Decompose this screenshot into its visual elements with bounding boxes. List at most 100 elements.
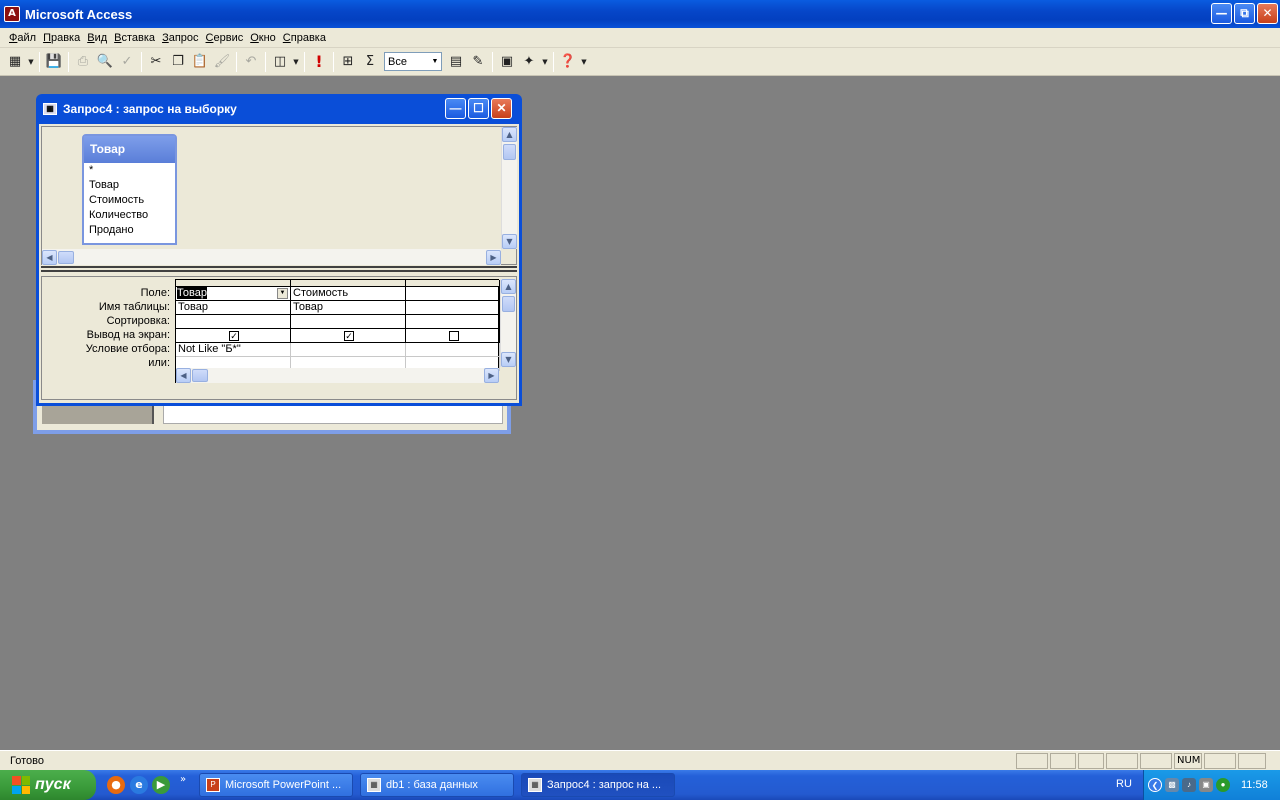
volume-icon[interactable]: ♪ bbox=[1182, 778, 1196, 792]
field-list-table[interactable]: Товар * Товар Стоимость Количество Прода… bbox=[82, 134, 177, 245]
grid-vertical-scrollbar[interactable]: ▲ ▼ bbox=[500, 279, 516, 367]
media-player-icon[interactable]: ▶ bbox=[152, 776, 170, 794]
spelling-icon[interactable]: ✓ bbox=[116, 51, 138, 73]
field-list-title[interactable]: Товар bbox=[84, 136, 175, 163]
menu-window[interactable]: Окно bbox=[247, 32, 279, 44]
scroll-up-icon[interactable]: ▲ bbox=[501, 279, 516, 294]
build-icon[interactable]: ✎ bbox=[467, 51, 489, 73]
criteria-cell[interactable]: Not Like "Б*" bbox=[176, 343, 291, 357]
undo-icon[interactable]: ↶ bbox=[240, 51, 262, 73]
scroll-thumb[interactable] bbox=[58, 250, 74, 264]
show-checkbox[interactable]: ✓ bbox=[344, 331, 354, 341]
new-object-dropdown-icon[interactable]: ▼ bbox=[540, 51, 550, 73]
quick-launch-more-icon[interactable]: » bbox=[180, 774, 186, 785]
menu-help[interactable]: Справка bbox=[280, 32, 329, 44]
column-selector[interactable] bbox=[406, 280, 500, 287]
design-grid-cells[interactable]: Товар ▼ Товар ✓ Not Like "Б*" Стоимость … bbox=[175, 279, 500, 383]
cut-icon[interactable]: ✂ bbox=[145, 51, 167, 73]
properties-icon[interactable]: ▤ bbox=[445, 51, 467, 73]
scroll-thumb[interactable] bbox=[502, 296, 515, 312]
security-icon[interactable]: ● bbox=[1216, 778, 1230, 792]
sort-cell[interactable] bbox=[291, 315, 406, 329]
scroll-thumb[interactable] bbox=[192, 369, 208, 382]
show-cell[interactable]: ✓ bbox=[291, 329, 406, 343]
task-database[interactable]: ▦ db1 : база данных bbox=[360, 773, 514, 797]
menu-tools[interactable]: Сервис bbox=[203, 32, 247, 44]
field-list-item[interactable]: * bbox=[84, 163, 175, 178]
scroll-up-icon[interactable]: ▲ bbox=[502, 127, 517, 142]
grid-horizontal-scrollbar[interactable]: ◀ ▶ bbox=[176, 368, 499, 383]
clock[interactable]: 11:58 bbox=[1241, 779, 1268, 791]
language-indicator[interactable]: RU bbox=[1116, 778, 1132, 790]
view-icon[interactable]: ▦ bbox=[4, 51, 26, 73]
menu-view[interactable]: Вид bbox=[84, 32, 110, 44]
criteria-cell[interactable] bbox=[406, 343, 500, 357]
print-icon[interactable]: ⎙ bbox=[72, 51, 94, 73]
scroll-thumb[interactable] bbox=[503, 144, 516, 160]
network-icon[interactable]: ▩ bbox=[1165, 778, 1179, 792]
column-selector[interactable] bbox=[176, 280, 291, 287]
query-type-dropdown-icon[interactable]: ▼ bbox=[291, 51, 301, 73]
view-dropdown-icon[interactable]: ▼ bbox=[26, 51, 36, 73]
scroll-left-icon[interactable]: ◀ bbox=[176, 368, 191, 383]
minimize-button[interactable]: — bbox=[1211, 3, 1232, 24]
restore-button[interactable]: ⧉ bbox=[1234, 3, 1255, 24]
toolbar-options-icon[interactable]: ▼ bbox=[579, 51, 589, 73]
table-cell[interactable]: Товар bbox=[176, 301, 291, 315]
show-table-icon[interactable]: ⊞ bbox=[337, 51, 359, 73]
scroll-right-icon[interactable]: ▶ bbox=[484, 368, 499, 383]
print-preview-icon[interactable]: 🔍 bbox=[94, 51, 116, 73]
query-maximize-button[interactable]: ☐ bbox=[468, 98, 489, 119]
show-cell[interactable] bbox=[406, 329, 500, 343]
table-cell[interactable]: Товар bbox=[291, 301, 406, 315]
start-button[interactable]: пуск bbox=[0, 770, 96, 800]
menu-insert[interactable]: Вставка bbox=[111, 32, 158, 44]
criteria-cell[interactable] bbox=[291, 343, 406, 357]
totals-icon[interactable]: Σ bbox=[359, 51, 381, 73]
field-list-item[interactable]: Стоимость bbox=[84, 193, 175, 208]
show-checkbox[interactable] bbox=[448, 331, 459, 341]
run-icon[interactable]: ! bbox=[308, 51, 330, 73]
menu-query[interactable]: Запрос bbox=[159, 32, 201, 44]
column-selector[interactable] bbox=[291, 280, 406, 287]
tray-expand-icon[interactable]: ❮ bbox=[1148, 778, 1162, 792]
top-values-combo[interactable]: Все ▼ bbox=[384, 52, 442, 71]
field-list-item[interactable]: Продано bbox=[84, 223, 175, 238]
field-cell[interactable] bbox=[406, 287, 500, 301]
scroll-down-icon[interactable]: ▼ bbox=[501, 352, 516, 367]
help-icon[interactable]: ❓ bbox=[557, 51, 579, 73]
field-list-item[interactable]: Товар bbox=[84, 178, 175, 193]
close-button[interactable]: ✕ bbox=[1257, 3, 1278, 24]
query-design-window[interactable]: ▦ Запрос4 : запрос на выборку — ☐ ✕ Това… bbox=[36, 94, 522, 406]
chevron-down-icon[interactable]: ▼ bbox=[429, 53, 441, 70]
query-window-title-bar[interactable]: ▦ Запрос4 : запрос на выборку — ☐ ✕ bbox=[39, 94, 519, 124]
show-checkbox[interactable]: ✓ bbox=[229, 331, 239, 341]
field-list-item[interactable]: Количество bbox=[84, 208, 175, 223]
table-cell[interactable] bbox=[406, 301, 500, 315]
field-cell[interactable]: Товар ▼ bbox=[176, 287, 291, 301]
task-query[interactable]: ▦ Запрос4 : запрос на ... bbox=[521, 773, 675, 797]
scroll-right-icon[interactable]: ▶ bbox=[486, 249, 501, 265]
app-title-bar[interactable]: A Microsoft Access — ⧉ ✕ bbox=[0, 0, 1280, 28]
scroll-down-icon[interactable]: ▼ bbox=[502, 234, 517, 249]
query-close-button[interactable]: ✕ bbox=[491, 98, 512, 119]
table-pane-horizontal-scrollbar[interactable]: ◀ ▶ bbox=[42, 249, 501, 265]
firefox-icon[interactable]: ● bbox=[107, 776, 125, 794]
new-object-icon[interactable]: ✦ bbox=[518, 51, 540, 73]
format-painter-icon[interactable]: 🖌 bbox=[211, 51, 233, 73]
menu-edit[interactable]: Правка bbox=[40, 32, 83, 44]
query-type-icon[interactable]: ◫ bbox=[269, 51, 291, 73]
task-powerpoint[interactable]: P Microsoft PowerPoint ... bbox=[199, 773, 353, 797]
scroll-left-icon[interactable]: ◀ bbox=[42, 249, 57, 265]
table-pane-vertical-scrollbar[interactable]: ▲ ▼ bbox=[501, 127, 517, 249]
sort-cell[interactable] bbox=[406, 315, 500, 329]
copy-icon[interactable]: ❐ bbox=[167, 51, 189, 73]
database-window-icon[interactable]: ▣ bbox=[496, 51, 518, 73]
design-grid[interactable]: Поле: Имя таблицы: Сортировка: Вывод на … bbox=[41, 276, 517, 400]
internet-explorer-icon[interactable]: e bbox=[130, 776, 148, 794]
query-minimize-button[interactable]: — bbox=[445, 98, 466, 119]
sort-cell[interactable] bbox=[176, 315, 291, 329]
paste-icon[interactable]: 📋 bbox=[189, 51, 211, 73]
show-cell[interactable]: ✓ bbox=[176, 329, 291, 343]
menu-file[interactable]: Файл bbox=[6, 32, 39, 44]
